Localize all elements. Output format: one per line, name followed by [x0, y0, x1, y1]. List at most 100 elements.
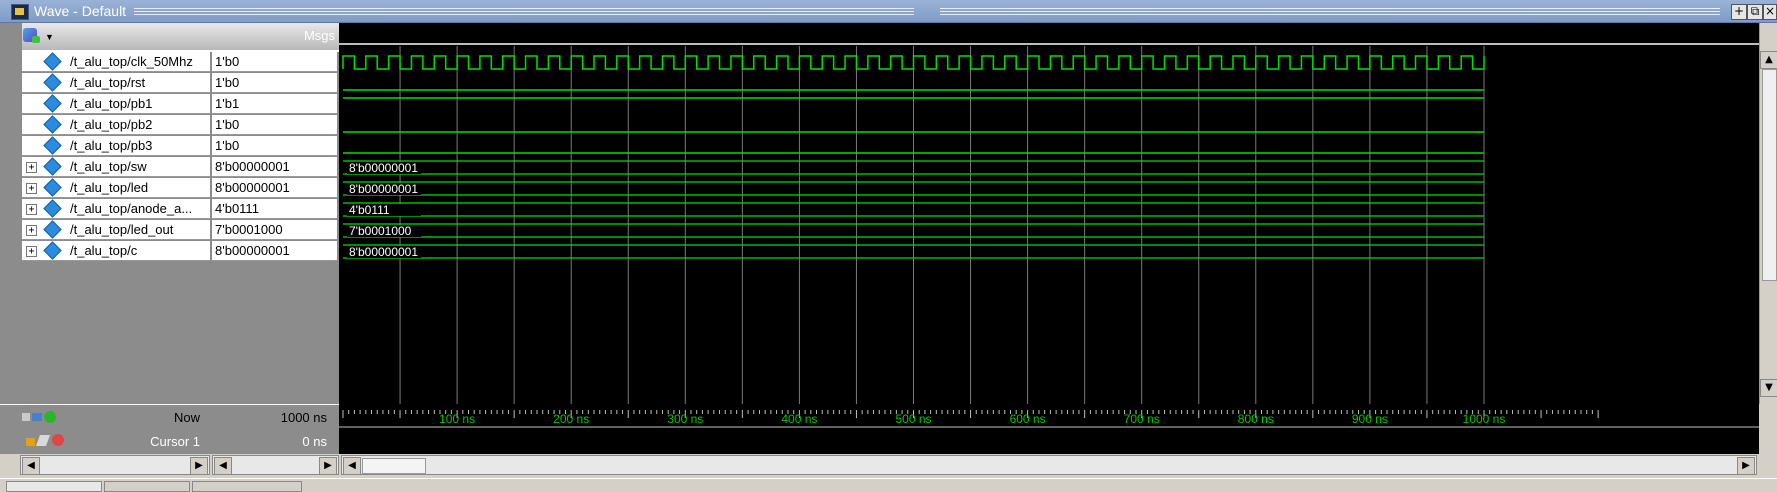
- values-hscrollbar[interactable]: ◀ ▶: [212, 455, 339, 475]
- now-label: Now: [173, 410, 200, 425]
- signal-value-cell[interactable]: 7'b0001000: [212, 220, 337, 240]
- now-row-label-cell: Now: [0, 404, 212, 430]
- names-scroll-right[interactable]: ▶: [190, 457, 208, 475]
- signal-name-label: /t_alu_top/c: [70, 243, 138, 258]
- signal-diamond-icon: [43, 73, 62, 92]
- close-icon[interactable]: ×: [1763, 4, 1777, 20]
- dock-icon[interactable]: +: [1731, 4, 1747, 20]
- signal-value-cell[interactable]: 1'b0: [212, 52, 337, 72]
- zoom-icons[interactable]: [22, 411, 62, 425]
- wave-scroll-left[interactable]: ◀: [343, 457, 361, 475]
- add-wave-toolbar-icon[interactable]: ▼: [23, 26, 54, 46]
- names-hscrollbar[interactable]: ◀ ▶: [20, 455, 210, 475]
- ruler-tick-label: 500 ns: [895, 412, 931, 426]
- cursor-value-cell: 0 ns: [212, 429, 339, 454]
- ruler-tick-label: 900 ns: [1352, 412, 1388, 426]
- scroll-down-button[interactable]: ▼: [1760, 379, 1777, 397]
- cursor-label: Cursor 1: [150, 434, 200, 449]
- signal-name-row[interactable]: /t_alu_top/pb2: [22, 115, 210, 135]
- wave-display[interactable]: 8'b00000001 8'b00000001 4'b0111 7'b0001000 8…: [339, 23, 1759, 404]
- signal-name-row[interactable]: + /t_alu_top/led_out: [22, 220, 210, 240]
- status-strip: [0, 478, 1777, 492]
- scroll-up-button[interactable]: ▲: [1760, 51, 1777, 69]
- wave-hscrollbar[interactable]: ◀ ▶: [341, 455, 1757, 475]
- values-scroll-right[interactable]: ▶: [319, 457, 337, 475]
- vertical-scroll-thumb[interactable]: [1762, 69, 1777, 281]
- lock-icon[interactable]: [26, 434, 70, 448]
- signal-value-cell[interactable]: 1'b0: [212, 73, 337, 93]
- now-value: 1000 ns: [280, 410, 327, 425]
- ruler-tick-label: 100 ns: [439, 412, 475, 426]
- waveform-canvas[interactable]: 8'b00000001 8'b00000001 4'b0111 7'b0001000 8…: [339, 23, 1759, 404]
- signal-value-cell[interactable]: 1'b0: [212, 136, 337, 156]
- ruler-tick-label: 200 ns: [553, 412, 589, 426]
- signal-name-row[interactable]: + /t_alu_top/sw: [22, 157, 210, 177]
- bus-value-label: 4'b0111: [349, 203, 390, 217]
- signal-name-label: /t_alu_top/anode_a...: [70, 201, 193, 216]
- timeline-ruler[interactable]: 100 ns 200 ns 300 ns 400 ns 500 ns 600 ns 700 …: [339, 404, 1759, 454]
- titlebar-grip-left: [134, 8, 914, 15]
- signal-diamond-icon: [43, 52, 62, 71]
- bus-value-label: 8'b00000001: [349, 182, 418, 196]
- signal-names-pane: ▼ /t_alu_top/clk_50Mhz/t_alu_top/rst/t_a…: [22, 23, 212, 404]
- signal-diamond-icon: [43, 136, 62, 155]
- signal-value-cell[interactable]: 4'b0111: [212, 199, 337, 219]
- cursor-value: 0 ns: [302, 434, 327, 449]
- window-title: Wave - Default: [34, 3, 127, 19]
- names-header: ▼: [22, 23, 212, 52]
- signal-name-row[interactable]: + /t_alu_top/c: [22, 241, 210, 261]
- expand-plus-icon[interactable]: +: [26, 183, 37, 194]
- ruler-tick-label: 400 ns: [781, 412, 817, 426]
- signal-value-cell[interactable]: 1'b1: [212, 94, 337, 114]
- signal-name-row[interactable]: /t_alu_top/clk_50Mhz: [22, 52, 210, 72]
- values-scroll-left[interactable]: ◀: [214, 457, 232, 475]
- names-scroll-left[interactable]: ◀: [22, 457, 40, 475]
- signal-name-label: /t_alu_top/led: [70, 180, 149, 195]
- titlebar-grip-right: [940, 8, 1720, 15]
- signal-diamond-icon: [43, 220, 62, 239]
- signal-name-row[interactable]: + /t_alu_top/led: [22, 178, 210, 198]
- signal-name-row[interactable]: /t_alu_top/rst: [22, 73, 210, 93]
- signal-values-pane: Msgs 1'b0 1'b0 1'b1 1'b0 1'b0 8'b00000001 8'b0…: [212, 23, 339, 404]
- undock-icon[interactable]: ⧉: [1747, 4, 1763, 20]
- ruler-gutter: [1759, 404, 1777, 454]
- signal-name-row[interactable]: /t_alu_top/pb1: [22, 94, 210, 114]
- expand-plus-icon[interactable]: +: [26, 225, 37, 236]
- signal-diamond-icon: [43, 178, 62, 197]
- signal-name-row[interactable]: /t_alu_top/pb3: [22, 136, 210, 156]
- window-tab-3[interactable]: [192, 481, 302, 492]
- clk-waveform: [342, 55, 1485, 70]
- signal-name-label: /t_alu_top/led_out: [70, 222, 174, 237]
- now-value-cell: 1000 ns: [212, 404, 339, 430]
- signal-name-label: /t_alu_top/sw: [70, 159, 147, 174]
- signal-diamond-icon: [43, 241, 62, 260]
- wave-scroll-right[interactable]: ▶: [1737, 457, 1755, 475]
- ruler-tick-label: 700 ns: [1124, 412, 1160, 426]
- left-gutter: [0, 23, 22, 404]
- values-header: Msgs: [212, 23, 339, 52]
- signal-value-cell[interactable]: 8'b00000001: [212, 178, 337, 198]
- ruler-tick-label: 300 ns: [667, 412, 703, 426]
- expand-plus-icon[interactable]: +: [26, 204, 37, 215]
- wave-scroll-thumb[interactable]: [362, 458, 426, 474]
- window-titlebar[interactable]: Wave - Default + ⧉ ×: [0, 0, 1777, 23]
- wave-window-icon: [11, 4, 29, 20]
- expand-plus-icon[interactable]: +: [26, 246, 37, 257]
- window-tab-2[interactable]: [104, 481, 190, 492]
- signal-name-row[interactable]: + /t_alu_top/anode_a...: [22, 199, 210, 219]
- signal-value-cell[interactable]: 8'b00000001: [212, 241, 337, 261]
- ruler-tick-label: 800 ns: [1238, 412, 1274, 426]
- bus-value-label: 8'b00000001: [349, 245, 418, 259]
- signal-name-label: /t_alu_top/rst: [70, 75, 146, 90]
- expand-plus-icon[interactable]: +: [26, 162, 37, 173]
- bus-value-label: 7'b0001000: [349, 224, 412, 238]
- signal-value-cell[interactable]: 1'b0: [212, 115, 337, 135]
- signal-name-label: /t_alu_top/pb1: [70, 96, 153, 111]
- chevron-down-icon[interactable]: ▼: [45, 32, 54, 42]
- bus-value-label: 8'b00000001: [349, 161, 418, 175]
- signal-value-cell[interactable]: 8'b00000001: [212, 157, 337, 177]
- window-tab-1[interactable]: [6, 481, 102, 492]
- signal-diamond-icon: [43, 115, 62, 134]
- ruler-tick-label: 600 ns: [1010, 412, 1046, 426]
- vertical-scrollbar[interactable]: ▲ ▼: [1759, 23, 1777, 404]
